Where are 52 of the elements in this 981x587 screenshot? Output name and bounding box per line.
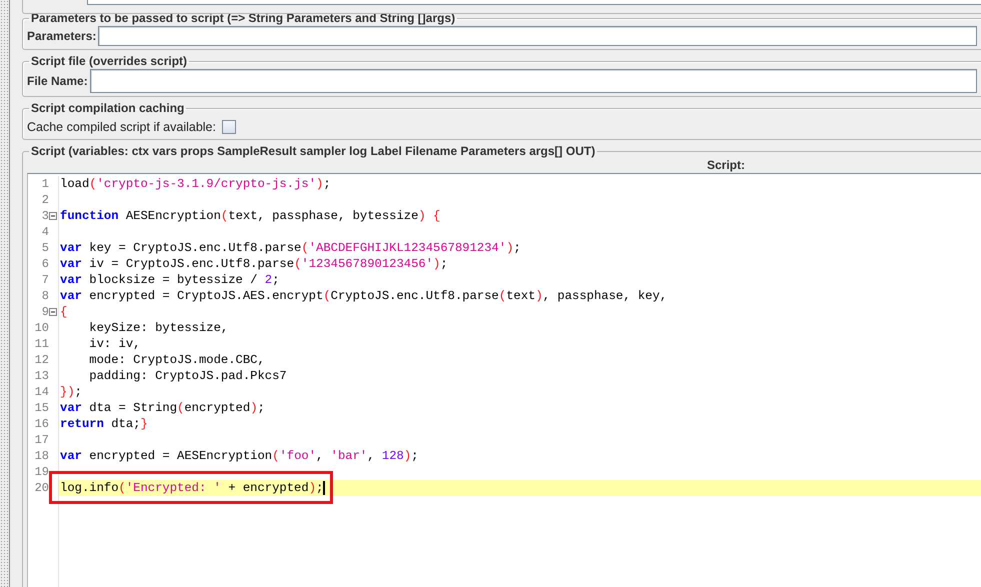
line-number: 13: [34, 369, 49, 383]
line-number: 15: [34, 401, 49, 415]
line-number: 14: [34, 385, 49, 399]
code-line: load('crypto-js-3.1.9/crypto-js.js');: [60, 177, 331, 191]
line-number: 10: [34, 321, 49, 335]
code-line: return dta;}: [60, 417, 148, 431]
line-number: 9: [42, 305, 49, 319]
line-number: 11: [34, 337, 49, 351]
line-number: 19: [34, 465, 49, 479]
code-line: keySize: bytessize,: [88, 321, 228, 335]
field-label: File Name:: [27, 74, 88, 88]
text-cursor: [323, 480, 326, 495]
line-number: 4: [42, 225, 49, 239]
code-line: var dta = String(encrypted);: [60, 401, 265, 415]
code-line: iv: iv,: [88, 337, 140, 351]
code-line: var encrypted = AESEncryption('foo', 'bar', 128);: [60, 449, 418, 463]
input-field[interactable]: [90, 69, 977, 93]
field-label: Parameters:: [27, 29, 96, 43]
group-title: Script compilation caching: [30, 101, 186, 115]
line-number: 17: [34, 433, 49, 447]
line-number: 18: [34, 449, 49, 463]
input-field[interactable]: [87, 0, 981, 5]
code-line: });: [60, 385, 82, 399]
checkbox[interactable]: [222, 120, 236, 134]
collapse-icon[interactable]: [49, 212, 57, 220]
line-number: 5: [42, 241, 49, 255]
line-number: 6: [42, 257, 49, 271]
line-number: 2: [42, 193, 49, 207]
code-line: var blocksize = bytessize / 2;: [60, 273, 280, 287]
line-number: 20: [34, 481, 49, 495]
code-line: var iv = CryptoJS.enc.Utf8.parse('1234567890123456');: [60, 257, 448, 271]
code-line: log.info('Encrypted: ' + encrypted);: [60, 481, 324, 495]
line-number: 12: [34, 353, 49, 367]
code-line: function AESEncryption(text, passphase, bytessize) {: [60, 209, 440, 223]
line-number: 1: [42, 177, 49, 191]
code-line: var key = CryptoJS.enc.Utf8.parse('ABCDEFGHIJKL1234567891234');: [60, 241, 521, 255]
line-number: 3: [42, 209, 49, 223]
group-title: Parameters to be passed to script (=> String Parameters and String []args): [30, 11, 456, 25]
code-line: mode: CryptoJS.mode.CBC,: [88, 353, 265, 367]
editor-header: Script:: [707, 158, 746, 172]
group-title: Script (variables: ctx vars props SampleResult sampler log Label Filename Parameters args[] OUT): [30, 144, 596, 158]
code-line: var encrypted = CryptoJS.AES.encrypt(CryptoJS.enc.Utf8.parse(text), passphase, key,: [60, 289, 668, 303]
checkbox-label: Cache compiled script if available:: [27, 120, 216, 134]
group-title: Script file (overrides script): [30, 54, 188, 68]
line-number: 7: [42, 273, 49, 287]
splitter-handle[interactable]: [0, 0, 10, 587]
code-line: {: [60, 305, 68, 319]
code-line: padding: CryptoJS.pad.Pkcs7: [88, 369, 287, 383]
collapse-icon[interactable]: [49, 308, 57, 316]
input-field[interactable]: [98, 26, 977, 46]
line-number: 16: [34, 417, 49, 431]
line-number: 8: [42, 289, 49, 303]
